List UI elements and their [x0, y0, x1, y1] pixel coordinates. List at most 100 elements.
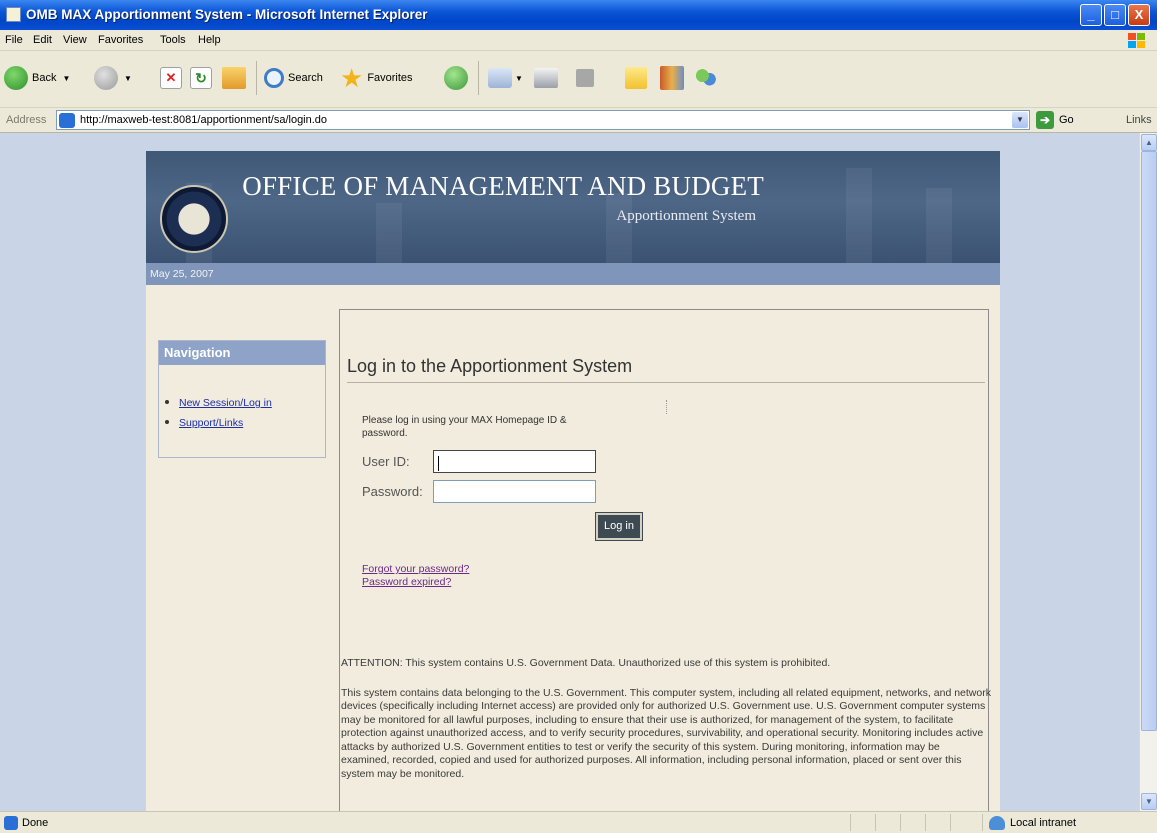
mail-dropdown-icon[interactable]: ▼	[515, 74, 523, 83]
messenger-button[interactable]	[694, 63, 718, 93]
nav-item-new-session: New Session/Log in	[165, 397, 272, 409]
address-bar: Address http://maxweb-test:8081/apportio…	[0, 108, 1157, 133]
menu-favorites[interactable]: Favorites	[98, 34, 143, 46]
user-id-input[interactable]	[433, 450, 596, 473]
favorites-icon: ★	[340, 63, 364, 93]
back-button[interactable]: Back ▼	[4, 63, 70, 93]
favorites-label: Favorites	[367, 72, 413, 84]
edit-button[interactable]	[576, 63, 594, 93]
menu-bar: File Edit View Favorites Tools Help	[0, 30, 1157, 51]
attention-notice: ATTENTION: This system contains U.S. Gov…	[341, 657, 831, 669]
banner-column-decoration	[376, 203, 402, 263]
windows-logo-icon	[1128, 33, 1145, 48]
toolbar-separator	[256, 61, 257, 95]
status-bar: Done Local intranet	[0, 811, 1157, 833]
search-icon	[264, 68, 284, 88]
refresh-button[interactable]: ↻	[190, 63, 212, 93]
back-label: Back	[32, 72, 57, 84]
history-icon	[444, 66, 468, 90]
bullet-icon	[165, 400, 169, 404]
navigation-header: Navigation	[159, 341, 325, 365]
scroll-up-icon[interactable]: ▲	[1141, 134, 1157, 151]
toolbar-separator	[478, 61, 479, 95]
status-text: Done	[22, 817, 49, 829]
mail-button[interactable]: ▼	[488, 63, 523, 93]
status-pane-divider	[900, 814, 901, 831]
edit-icon	[576, 69, 594, 87]
menu-file[interactable]: File	[5, 34, 23, 46]
address-dropdown-icon[interactable]: ▼	[1012, 112, 1028, 128]
status-pane-divider	[875, 814, 876, 831]
login-button[interactable]: Log in	[595, 512, 643, 541]
toolbar: Back ▼ ▼ ✕ ↻ Search ★ Favorites ▼	[0, 51, 1157, 108]
links-button[interactable]: Links	[1126, 114, 1152, 126]
navigation-title: Navigation	[164, 345, 231, 360]
page-status-icon	[4, 816, 18, 830]
home-button[interactable]	[222, 63, 246, 93]
current-date: May 25, 2007	[150, 268, 214, 280]
address-input[interactable]: http://maxweb-test:8081/apportionment/sa…	[56, 110, 1030, 130]
security-zone[interactable]: Local intranet	[1010, 817, 1076, 829]
research-icon	[660, 66, 684, 90]
menu-edit[interactable]: Edit	[33, 34, 52, 46]
notes-button[interactable]	[625, 63, 647, 93]
forward-icon	[94, 66, 118, 90]
org-title: OFFICE OF MANAGEMENT AND BUDGET	[242, 171, 764, 201]
favorites-button[interactable]: ★ Favorites	[340, 63, 413, 93]
menu-tools[interactable]: Tools	[160, 34, 186, 46]
title-divider	[347, 382, 985, 383]
new-session-link[interactable]: New Session/Log in	[179, 397, 272, 409]
bullet-icon	[165, 420, 169, 424]
status-pane-divider	[925, 814, 926, 831]
print-icon	[534, 68, 558, 88]
banner-column-decoration	[606, 193, 632, 263]
status-pane-divider	[850, 814, 851, 831]
status-pane-divider	[950, 814, 951, 831]
date-bar: May 25, 2007	[146, 263, 1000, 285]
forward-dropdown-icon[interactable]: ▼	[124, 74, 132, 83]
system-subtitle: Apportionment System	[616, 208, 756, 224]
stop-button[interactable]: ✕	[160, 63, 182, 93]
maximize-button[interactable]: □	[1104, 4, 1126, 26]
search-label: Search	[288, 72, 323, 84]
go-label: Go	[1059, 114, 1074, 126]
menu-help[interactable]: Help	[198, 34, 221, 46]
support-links-link[interactable]: Support/Links	[179, 417, 243, 429]
history-button[interactable]	[444, 63, 468, 93]
password-expired-link[interactable]: Password expired?	[362, 576, 451, 588]
minimize-button[interactable]: _	[1080, 4, 1102, 26]
warning-body: This system contains data belonging to t…	[341, 686, 991, 780]
scroll-thumb[interactable]	[1141, 151, 1157, 731]
browser-viewport: OFFICE OF MANAGEMENT AND BUDGET Apportio…	[0, 133, 1139, 811]
forward-button[interactable]: ▼	[94, 63, 132, 93]
back-dropdown-icon[interactable]: ▼	[62, 74, 70, 83]
go-arrow-icon: ➔	[1036, 111, 1054, 129]
mail-icon	[488, 68, 512, 88]
title-bar: OMB MAX Apportionment System - Microsoft…	[0, 0, 1157, 30]
navigation-panel: Navigation New Session/Log in Support/Li…	[158, 340, 326, 458]
research-button[interactable]	[660, 63, 684, 93]
vertical-scrollbar[interactable]: ▲ ▼	[1139, 133, 1157, 811]
scroll-down-icon[interactable]: ▼	[1141, 793, 1157, 810]
nav-item-support: Support/Links	[165, 417, 243, 429]
user-id-label: User ID:	[362, 454, 410, 469]
search-button[interactable]: Search	[264, 63, 323, 93]
address-url[interactable]: http://maxweb-test:8081/apportionment/sa…	[80, 114, 327, 126]
messenger-icon	[694, 66, 718, 90]
header-banner: OFFICE OF MANAGEMENT AND BUDGET Apportio…	[146, 151, 1000, 263]
forgot-password-link[interactable]: Forgot your password?	[362, 563, 469, 575]
print-button[interactable]	[534, 63, 558, 93]
password-input[interactable]	[433, 480, 596, 503]
go-button[interactable]: ➔ Go	[1036, 110, 1074, 130]
home-icon	[222, 67, 246, 89]
dotted-divider	[666, 400, 667, 414]
banner-column-decoration	[926, 188, 952, 263]
password-label: Password:	[362, 484, 423, 499]
close-button[interactable]: X	[1128, 4, 1150, 26]
menu-view[interactable]: View	[63, 34, 87, 46]
login-title: Log in to the Apportionment System	[347, 356, 633, 376]
security-warning: ATTENTION: This system contains U.S. Gov…	[341, 657, 991, 781]
address-label: Address	[6, 114, 47, 126]
ie-window-icon[interactable]	[6, 7, 21, 22]
text-cursor	[438, 456, 439, 471]
